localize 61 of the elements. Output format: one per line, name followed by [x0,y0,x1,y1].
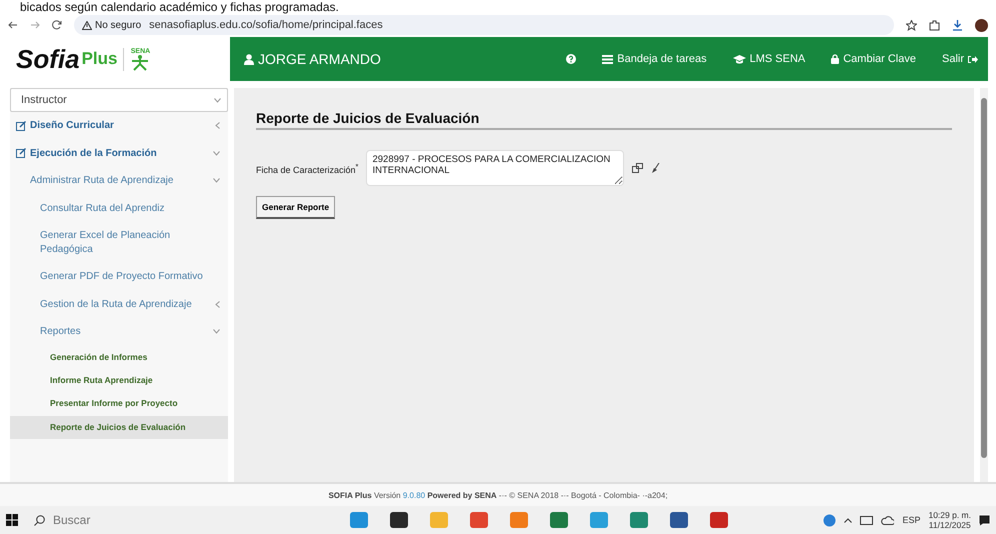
reload-icon[interactable] [52,20,62,30]
role-select[interactable]: Instructor [10,88,228,112]
sidebar-item[interactable]: Ejecución de la Formación [10,140,228,167]
user-name[interactable]: JORGE ARMANDO [244,51,540,67]
search-field[interactable]: Buscar [51,508,295,532]
sidebar-item[interactable]: Gestion de la Ruta de Aprendizaje [10,290,228,318]
nav-link[interactable]: Salir [942,53,978,65]
sidebar-item[interactable]: Diseño Curricular [10,112,228,140]
list-icon [602,54,614,64]
figure-icon [130,54,150,70]
logout-icon [968,54,978,64]
scrollbar-thumb[interactable] [981,98,987,458]
lock-icon [831,54,840,64]
sidebar-item[interactable]: Generación de Informes [10,346,228,369]
sidebar-item[interactable]: Informe Ruta Aprendizaje [10,368,228,392]
nav-link[interactable]: Bandeja de tareas [602,53,707,65]
url-text: senasofiaplus.edu.co/sofia/home/principal.faces [149,19,383,31]
edit-icon [16,148,26,158]
notification-icon[interactable] [979,514,990,526]
copy-icon[interactable] [632,163,644,173]
sidebar-item[interactable]: Generar PDF de Proyecto Formativo [10,263,228,290]
page-title: Reporte de Juicios de Evaluación [256,110,952,130]
chevron-down-icon [213,329,220,334]
sidebar-item[interactable]: Administrar Ruta de Aprendizaje [10,167,228,194]
input-field[interactable]: 2928997 - PROCESOS PARA LA COMERCIALIZACION INTERNACIONAL [366,150,624,186]
chevron-down-icon [214,98,221,102]
graduation-cap-icon [732,54,746,64]
footer-text: SOFIA Plus Versión 9.0.80 Powered by SENA -·- © SENA 2018 -·- Bogotá - Colombia- ·-a204; [0,482,996,506]
sidebar-item[interactable]: Reportes [10,318,228,346]
taskbar-app-icon[interactable] [389,511,409,529]
back-icon[interactable] [8,20,18,30]
nav-link[interactable]: Cambiar Clave [831,53,916,65]
sidebar-item[interactable]: Consultar Ruta del Aprendiz [10,194,228,222]
sidebar-item[interactable]: Presentar Informe por Proyecto [10,392,228,416]
search-icon [34,514,45,526]
extensions-icon[interactable] [929,20,940,30]
user-icon [244,54,254,64]
chevron-down-icon [213,150,220,156]
taskbar-app-icon[interactable] [669,511,689,529]
chevron-left-icon [215,122,220,130]
chevron-up-icon[interactable] [844,518,852,522]
download-icon[interactable] [952,20,963,30]
profile-avatar-icon[interactable] [975,18,988,32]
chevron-down-icon [213,178,220,184]
edit-icon [16,120,26,131]
caption-text: bicados según calendario académico y fichas programadas. [19,0,340,14]
language-indicator[interactable]: ESP [902,515,920,525]
address-bar[interactable]: No seguro senasofiaplus.edu.co/sofia/home/principal.faces [74,15,894,35]
chevron-left-icon [215,300,220,308]
security-warning[interactable]: No seguro [82,20,142,30]
field-label: Ficha de Caracterización$^{*}$ [256,162,358,174]
nav-link[interactable]: LMS SENA [732,53,806,65]
generate-report-button[interactable]: Generar Reporte [256,196,336,219]
cloud-icon[interactable] [881,516,894,524]
start-icon[interactable] [6,514,18,526]
sidebar-item[interactable]: Reporte de Juicios de Evaluación [10,416,228,440]
clock[interactable]: 10:29 p. m. 11/12/2025 [928,510,971,530]
warning-icon [82,20,92,30]
sidebar-item[interactable]: Generar Excel de Planeación Pedagógica [10,222,228,263]
network-icon[interactable] [860,516,874,524]
star-icon[interactable] [906,20,917,30]
